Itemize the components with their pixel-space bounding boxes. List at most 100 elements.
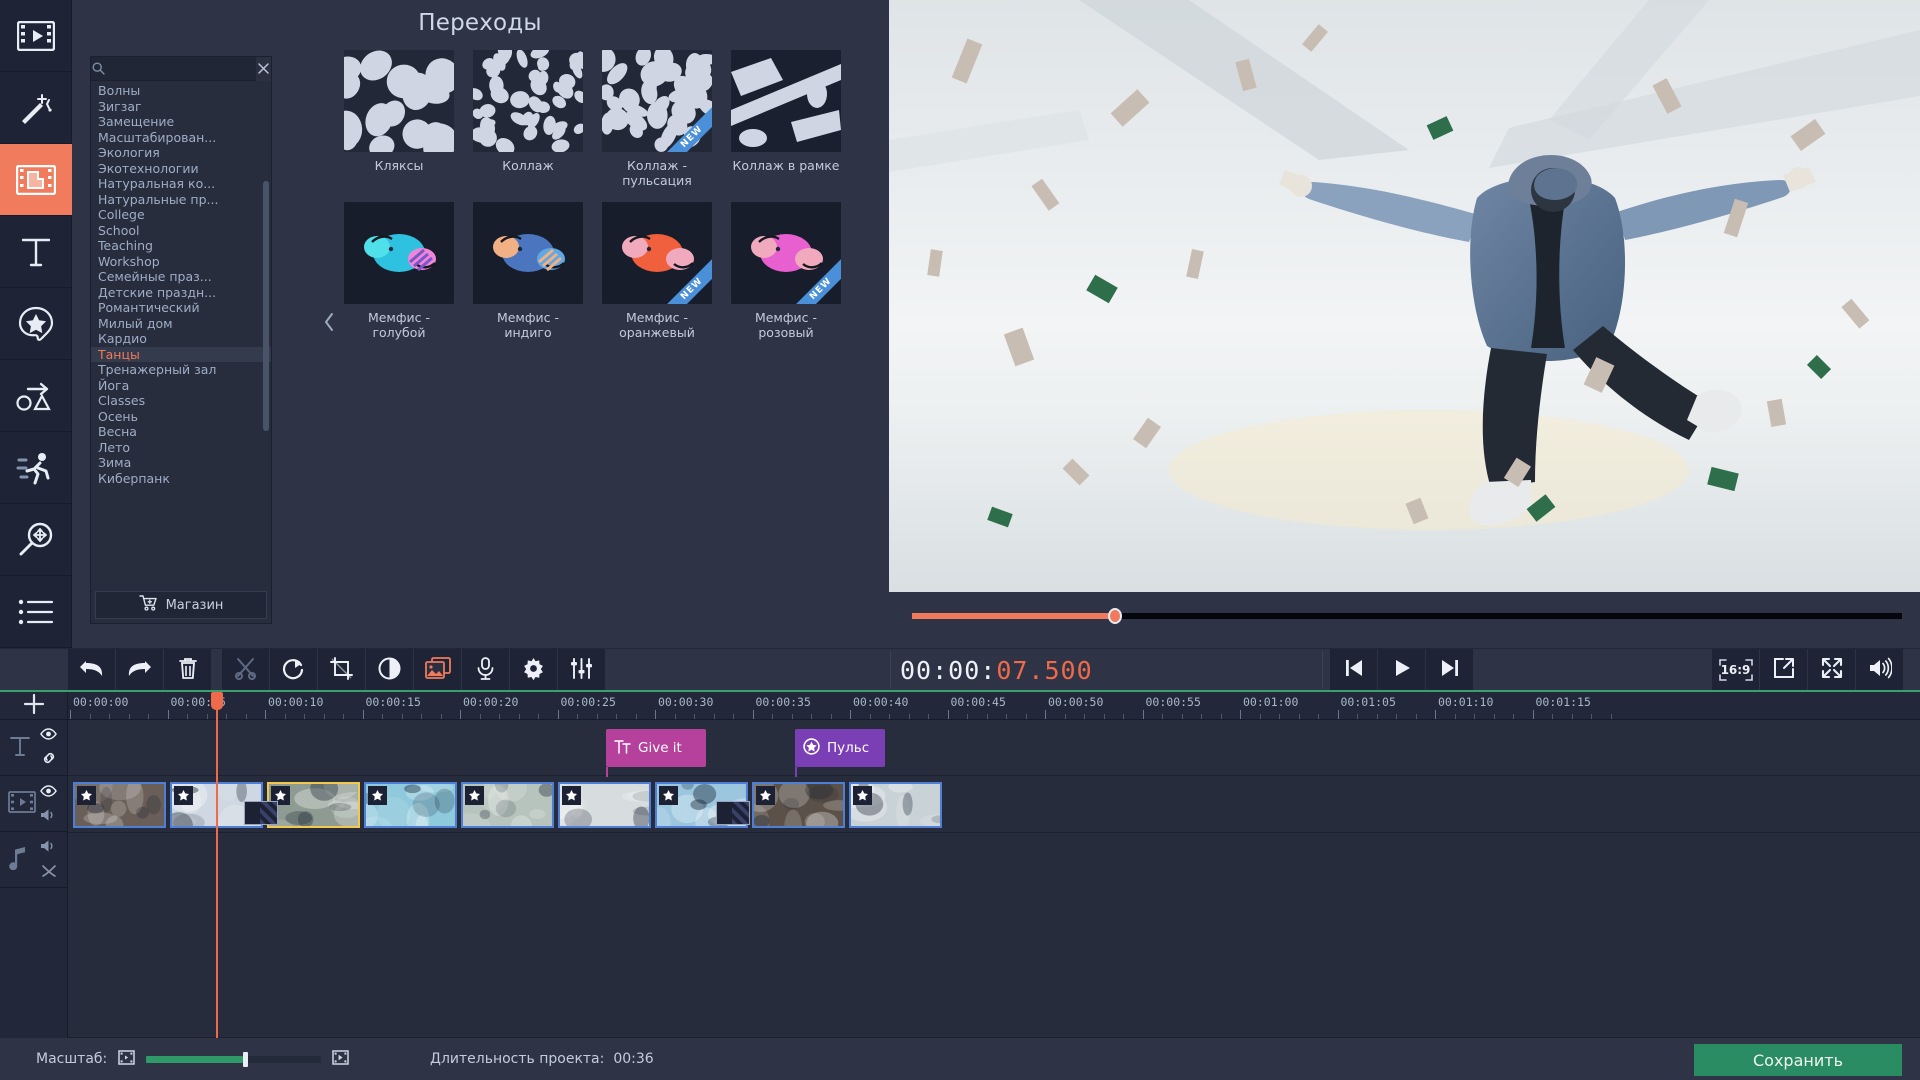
previous-frame-button[interactable] (1330, 649, 1378, 691)
timeline-ruler[interactable]: 00:00:0000:00:0500:00:1000:00:1500:00:20… (68, 692, 1920, 720)
video-clip[interactable] (461, 782, 554, 828)
rotate-button[interactable] (270, 649, 318, 691)
category-item[interactable]: Лето (91, 440, 271, 456)
category-item[interactable]: Романтический (91, 300, 271, 316)
clip-properties-button[interactable] (510, 649, 558, 691)
category-item[interactable]: Милый дом (91, 316, 271, 332)
redo-button[interactable] (116, 649, 164, 691)
playhead[interactable] (216, 692, 218, 1038)
category-list[interactable]: ВолныЗигзагЗамещениеМасштабирован...Экол… (91, 81, 271, 587)
transition-thumbnail[interactable]: NEW (602, 202, 712, 304)
category-item[interactable]: Йога (91, 378, 271, 394)
audio-mixer-button[interactable] (558, 649, 606, 691)
transition-thumbnail[interactable]: NEW (602, 50, 712, 152)
category-item[interactable]: Тренажерный зал (91, 362, 271, 378)
transition-thumbnail[interactable]: NEW (731, 202, 841, 304)
zoom-slider-handle[interactable] (243, 1052, 248, 1067)
category-item[interactable]: School (91, 223, 271, 239)
transition-thumbnail[interactable] (344, 50, 454, 152)
video-track-header[interactable] (0, 776, 67, 832)
title-clip[interactable]: Пульс (795, 729, 885, 767)
rail-item-pan-and-zoom[interactable] (0, 504, 72, 576)
rail-item-more-tools[interactable] (0, 576, 72, 648)
category-item[interactable]: Масштабирован... (91, 130, 271, 146)
category-item[interactable]: Натуральная ко... (91, 176, 271, 192)
video-clip[interactable] (558, 782, 651, 828)
timeline-transition[interactable] (716, 801, 750, 825)
category-item[interactable]: Экология (91, 145, 271, 161)
video-preview[interactable] (889, 0, 1920, 592)
fullscreen-button[interactable] (1808, 649, 1856, 691)
highlight-and-conceal-button[interactable] (414, 649, 462, 691)
category-scrollbar[interactable] (263, 181, 269, 431)
transition-tile[interactable]: Коллаж в рамке (731, 50, 841, 188)
add-track-button[interactable] (0, 692, 67, 720)
audio-track-header[interactable] (0, 832, 67, 888)
titles-track-link-toggle[interactable] (41, 750, 57, 770)
transition-tile[interactable]: NEWМемфис - оранжевый (602, 202, 712, 340)
transition-thumbnail[interactable] (344, 202, 454, 304)
video-clip[interactable] (364, 782, 457, 828)
titles-track-header[interactable] (0, 720, 67, 776)
rail-item-filters[interactable] (0, 72, 72, 144)
title-clip[interactable]: Give it (606, 729, 706, 767)
category-item[interactable]: Экотехнологии (91, 161, 271, 177)
search-input[interactable] (106, 62, 256, 76)
transition-thumbnail[interactable] (473, 50, 583, 152)
video-lane[interactable] (68, 777, 1920, 833)
rail-item-animation[interactable] (0, 360, 72, 432)
category-item[interactable]: Киберпанк (91, 471, 271, 487)
split-button[interactable] (222, 649, 270, 691)
category-item[interactable]: Семейные праз... (91, 269, 271, 285)
next-frame-button[interactable] (1426, 649, 1474, 691)
category-item[interactable]: Зигзаг (91, 99, 271, 115)
rail-item-import-media[interactable] (0, 0, 72, 72)
category-item[interactable]: Workshop (91, 254, 271, 270)
rail-item-titles[interactable] (0, 216, 72, 288)
transition-thumbnail[interactable] (731, 50, 841, 152)
video-clip[interactable] (849, 782, 942, 828)
transition-tile[interactable]: NEWМемфис - розовый (731, 202, 841, 340)
detach-preview-button[interactable] (1760, 649, 1808, 691)
save-button[interactable]: Сохранить (1694, 1044, 1902, 1076)
color-adjust-button[interactable] (366, 649, 414, 691)
transition-tile[interactable]: Коллаж (473, 50, 583, 188)
play-button[interactable] (1378, 649, 1426, 691)
transition-thumbnail[interactable] (473, 202, 583, 304)
search-clear-button[interactable] (256, 57, 271, 81)
video-track-visibility-toggle[interactable] (40, 782, 57, 801)
seek-handle[interactable] (1108, 608, 1122, 624)
rail-item-motion-tracking[interactable] (0, 432, 72, 504)
category-item[interactable]: Танцы (91, 347, 271, 363)
volume-button[interactable] (1856, 649, 1904, 691)
category-item[interactable]: Classes (91, 393, 271, 409)
titles-track-visibility-toggle[interactable] (40, 725, 57, 744)
audio-track-mute-x-toggle[interactable] (41, 863, 57, 882)
collapse-panel-button[interactable] (320, 304, 338, 344)
category-item[interactable]: Детские праздн... (91, 285, 271, 301)
category-item[interactable]: College (91, 207, 271, 223)
video-clip[interactable] (73, 782, 166, 828)
category-item[interactable]: Teaching (91, 238, 271, 254)
empty-lane[interactable] (68, 891, 1920, 1038)
undo-button[interactable] (68, 649, 116, 691)
store-button[interactable]: Магазин (95, 591, 267, 619)
delete-button[interactable] (164, 649, 212, 691)
category-item[interactable]: Кардио (91, 331, 271, 347)
rail-item-stickers[interactable] (0, 288, 72, 360)
zoom-slider[interactable] (146, 1056, 321, 1063)
category-item[interactable]: Натуральные пр... (91, 192, 271, 208)
audio-lane[interactable] (68, 834, 1920, 890)
rail-item-transitions[interactable] (0, 144, 72, 216)
titles-lane[interactable]: Give it Пульс (68, 720, 1920, 776)
zoom-out-film-icon[interactable] (118, 1050, 135, 1069)
category-item[interactable]: Зима (91, 455, 271, 471)
timeline-transition[interactable] (244, 801, 278, 825)
transition-tile[interactable]: Мемфис - голубой (344, 202, 454, 340)
audio-track-volume-toggle[interactable] (40, 838, 57, 857)
video-clip[interactable] (267, 782, 360, 828)
category-item[interactable]: Осень (91, 409, 271, 425)
crop-button[interactable] (318, 649, 366, 691)
video-clip[interactable] (752, 782, 845, 828)
category-item[interactable]: Замещение (91, 114, 271, 130)
